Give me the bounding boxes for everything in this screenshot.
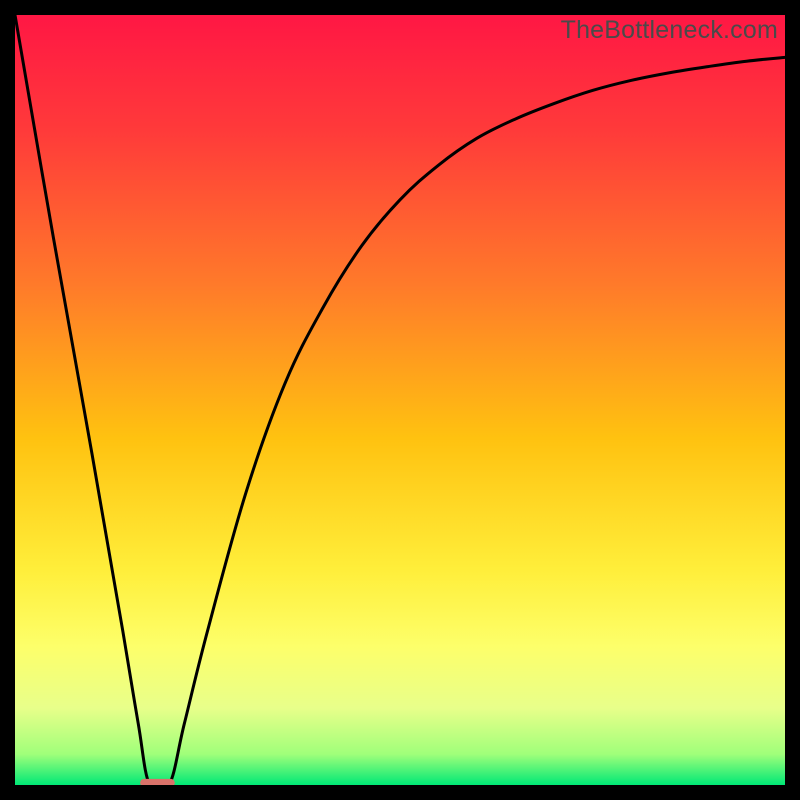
chart-container: TheBottleneck.com [0, 0, 800, 800]
bottleneck-chart [15, 15, 785, 785]
watermark-text: TheBottleneck.com [561, 16, 778, 45]
minimum-marker [140, 779, 175, 785]
